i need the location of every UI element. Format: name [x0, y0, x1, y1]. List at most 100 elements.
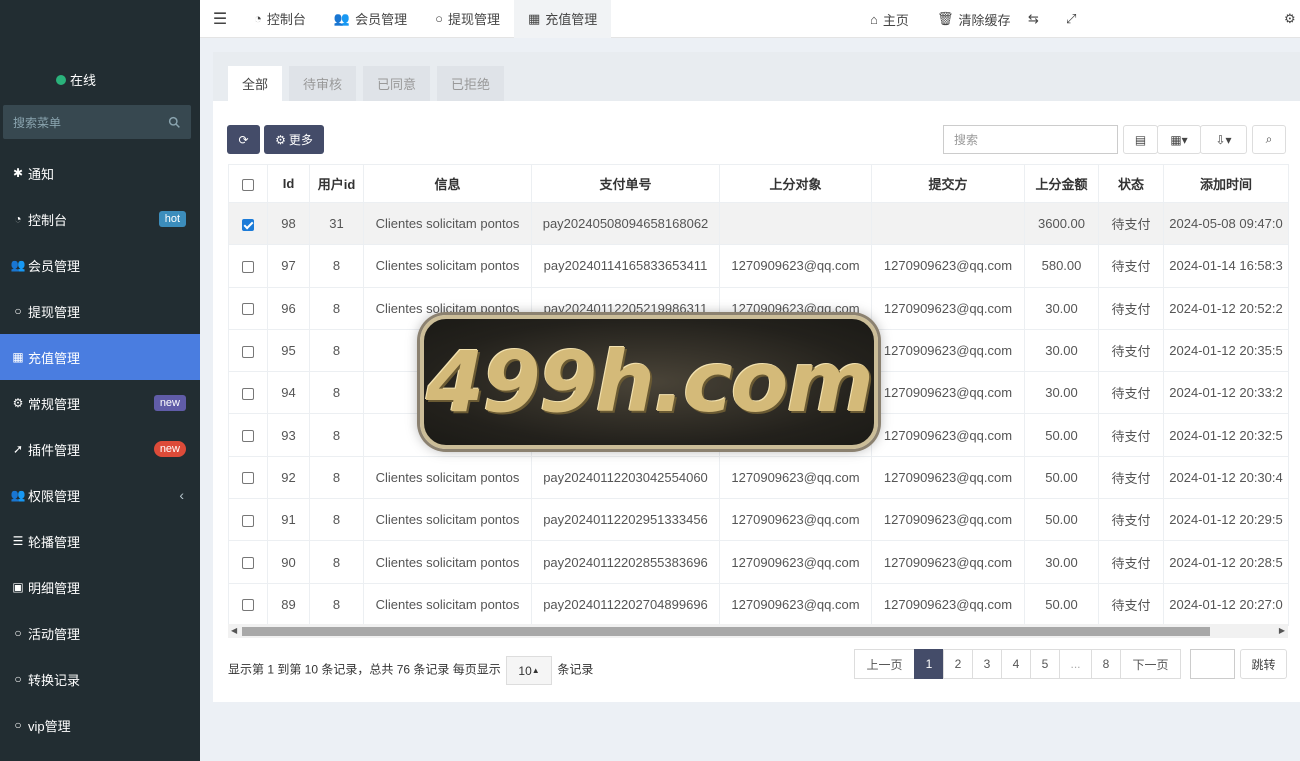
menu-toggle-icon[interactable]: ☰	[200, 0, 240, 38]
row-select-cell[interactable]	[228, 328, 268, 373]
table-row[interactable]: 91 8 Clientes solicitam pontos pay202401122…	[228, 498, 1289, 542]
row-checkbox[interactable]	[242, 599, 254, 612]
translate-icon[interactable]: ⇆	[1028, 0, 1039, 38]
cell-amount: 580.00	[1024, 244, 1099, 288]
horizontal-scrollbar[interactable]: ◀ ▶	[228, 624, 1288, 638]
sidebar-item-6[interactable]: ➚ 插件管理 new	[0, 426, 200, 472]
scroll-right-icon[interactable]: ▶	[1279, 626, 1285, 635]
row-select-cell[interactable]	[228, 455, 268, 500]
home-link[interactable]: ⌂ 主页	[870, 0, 909, 38]
jump-button[interactable]: 跳转	[1240, 649, 1287, 679]
menu-search-input[interactable]: 搜索菜单	[3, 105, 191, 139]
sidebar-item-8[interactable]: ☰ 轮播管理	[0, 518, 200, 564]
row-select-cell[interactable]	[228, 413, 268, 457]
col-header-target[interactable]: 上分对象	[719, 164, 872, 203]
sidebar-item-1[interactable]: ◔ 控制台 hot	[0, 196, 200, 242]
sidebar-item-10[interactable]: ○ 活动管理	[0, 610, 200, 656]
columns-button[interactable]: ▦▾	[1157, 125, 1201, 154]
select-all-cell[interactable]	[228, 164, 268, 203]
row-select-cell[interactable]	[228, 286, 268, 330]
tab-all[interactable]: 全部	[228, 66, 283, 101]
table-row[interactable]: 90 8 Clientes solicitam pontos pay202401122…	[228, 540, 1289, 584]
sidebar-item-label: 明细管理	[28, 580, 81, 596]
sidebar-item-label: 权限管理	[28, 488, 81, 504]
next-page-button[interactable]: 下一页	[1120, 649, 1181, 679]
page-3-button[interactable]: 3	[972, 649, 1002, 679]
col-header-user-id[interactable]: 用户id	[309, 164, 364, 203]
table-row[interactable]: 97 8 Clientes solicitam pontos pay202401141…	[228, 244, 1289, 288]
sidebar-item-5[interactable]: ⚙ 常规管理 new	[0, 380, 200, 426]
tab-approved[interactable]: 已同意	[363, 66, 431, 101]
tab-label: 充值管理	[545, 12, 598, 27]
row-checkbox[interactable]	[242, 472, 254, 485]
toggle-view-button[interactable]: ▤	[1123, 125, 1158, 154]
tab-recharge[interactable]: ▦ 充值管理	[513, 0, 612, 38]
table-row[interactable]: 92 8 Clientes solicitam pontos pay202401122…	[228, 455, 1289, 500]
tab-rejected[interactable]: 已拒绝	[437, 66, 505, 101]
sidebar-item-2[interactable]: 👥 会员管理	[0, 242, 200, 288]
table-search-input[interactable]: 搜索	[943, 125, 1118, 154]
sidebar-item-4[interactable]: ▦ 充值管理	[0, 334, 200, 380]
sidebar-item-12[interactable]: ○ vip管理	[0, 702, 200, 748]
row-select-cell[interactable]	[228, 371, 268, 415]
col-header-info[interactable]: 信息	[363, 164, 532, 203]
col-header-order-no[interactable]: 支付单号	[531, 164, 720, 203]
row-checkbox[interactable]	[242, 557, 254, 570]
page-size-select[interactable]: 10 ▲	[506, 656, 553, 685]
row-checkbox[interactable]	[242, 218, 254, 231]
cell-submitter: 1270909623@qq.com	[871, 455, 1025, 500]
export-button[interactable]: ⇩▾	[1200, 125, 1247, 154]
col-header-id[interactable]: Id	[267, 164, 310, 203]
scroll-left-icon[interactable]: ◀	[231, 626, 237, 635]
row-checkbox[interactable]	[242, 345, 254, 358]
page-1-button[interactable]: 1	[914, 649, 944, 679]
row-checkbox[interactable]	[242, 303, 254, 316]
row-select-cell[interactable]	[228, 498, 268, 542]
row-checkbox[interactable]	[242, 514, 254, 527]
sidebar-item-0[interactable]: ✱ 通知	[0, 150, 200, 196]
col-header-amount[interactable]: 上分金额	[1024, 164, 1099, 203]
fullscreen-icon[interactable]: ⤢	[1066, 0, 1076, 38]
select-all-checkbox[interactable]	[242, 178, 254, 191]
grid-icon: ▦	[527, 10, 541, 26]
row-select-cell[interactable]	[228, 582, 268, 626]
row-checkbox[interactable]	[242, 430, 254, 443]
search-icon[interactable]	[168, 116, 181, 129]
top-navbar: ☰ ◔ 控制台 👥 会员管理 ○ 提现管理 ▦ 充值管理 ⌂ 主页 🗑 清除缓存 ⇆ ⤢ ⚙	[200, 0, 1300, 38]
sidebar-item-3[interactable]: ○ 提现管理	[0, 288, 200, 334]
col-header-status[interactable]: 状态	[1098, 164, 1164, 203]
col-header-time[interactable]: 添加时间	[1163, 164, 1289, 203]
page-2-button[interactable]: 2	[943, 649, 973, 679]
table-row[interactable]: 89 8 Clientes solicitam pontos pay202401122…	[228, 582, 1289, 626]
page-4-button[interactable]: 4	[1001, 649, 1031, 679]
row-select-cell[interactable]	[228, 244, 268, 288]
refresh-button[interactable]: ⟳	[227, 125, 260, 154]
sidebar-item-7[interactable]: 👥 权限管理 ‹	[0, 472, 200, 518]
sidebar-item-label: 通知	[28, 166, 55, 182]
clear-cache-button[interactable]: 🗑 清除缓存	[937, 0, 1011, 38]
row-checkbox[interactable]	[242, 261, 254, 273]
row-select-cell[interactable]	[228, 201, 268, 246]
row-checkbox[interactable]	[242, 387, 254, 400]
scrollbar-thumb[interactable]	[242, 627, 1210, 636]
page-5-button[interactable]: 5	[1030, 649, 1060, 679]
prev-page-button[interactable]: 上一页	[854, 649, 915, 679]
sidebar-item-9[interactable]: ▣ 明细管理	[0, 564, 200, 610]
tab-members[interactable]: 👥 会员管理	[320, 0, 421, 38]
tab-withdrawals[interactable]: ○ 提现管理	[421, 0, 514, 38]
table-row[interactable]: 98 31 Clientes solicitam pontos pay20240508…	[228, 201, 1289, 246]
search-button[interactable]: ⌕	[1252, 125, 1286, 154]
sidebar-item-11[interactable]: ○ 转换记录	[0, 656, 200, 702]
page-8-button[interactable]: 8	[1091, 649, 1121, 679]
cell-user-id: 8	[309, 371, 364, 415]
row-select-cell[interactable]	[228, 540, 268, 584]
cell-order-no: pay20240112202951333456	[531, 498, 720, 542]
more-button[interactable]: ⚙ 更多	[264, 125, 324, 154]
settings-icon[interactable]: ⚙	[1284, 0, 1296, 38]
tab-dashboard[interactable]: ◔ 控制台	[240, 0, 320, 38]
sidebar-item-label: 常规管理	[28, 396, 81, 412]
col-header-submitter[interactable]: 提交方	[871, 164, 1025, 203]
tab-pending[interactable]: 待审核	[289, 66, 357, 101]
jump-page-input[interactable]	[1190, 649, 1235, 679]
tab-label: 控制台	[266, 12, 306, 27]
